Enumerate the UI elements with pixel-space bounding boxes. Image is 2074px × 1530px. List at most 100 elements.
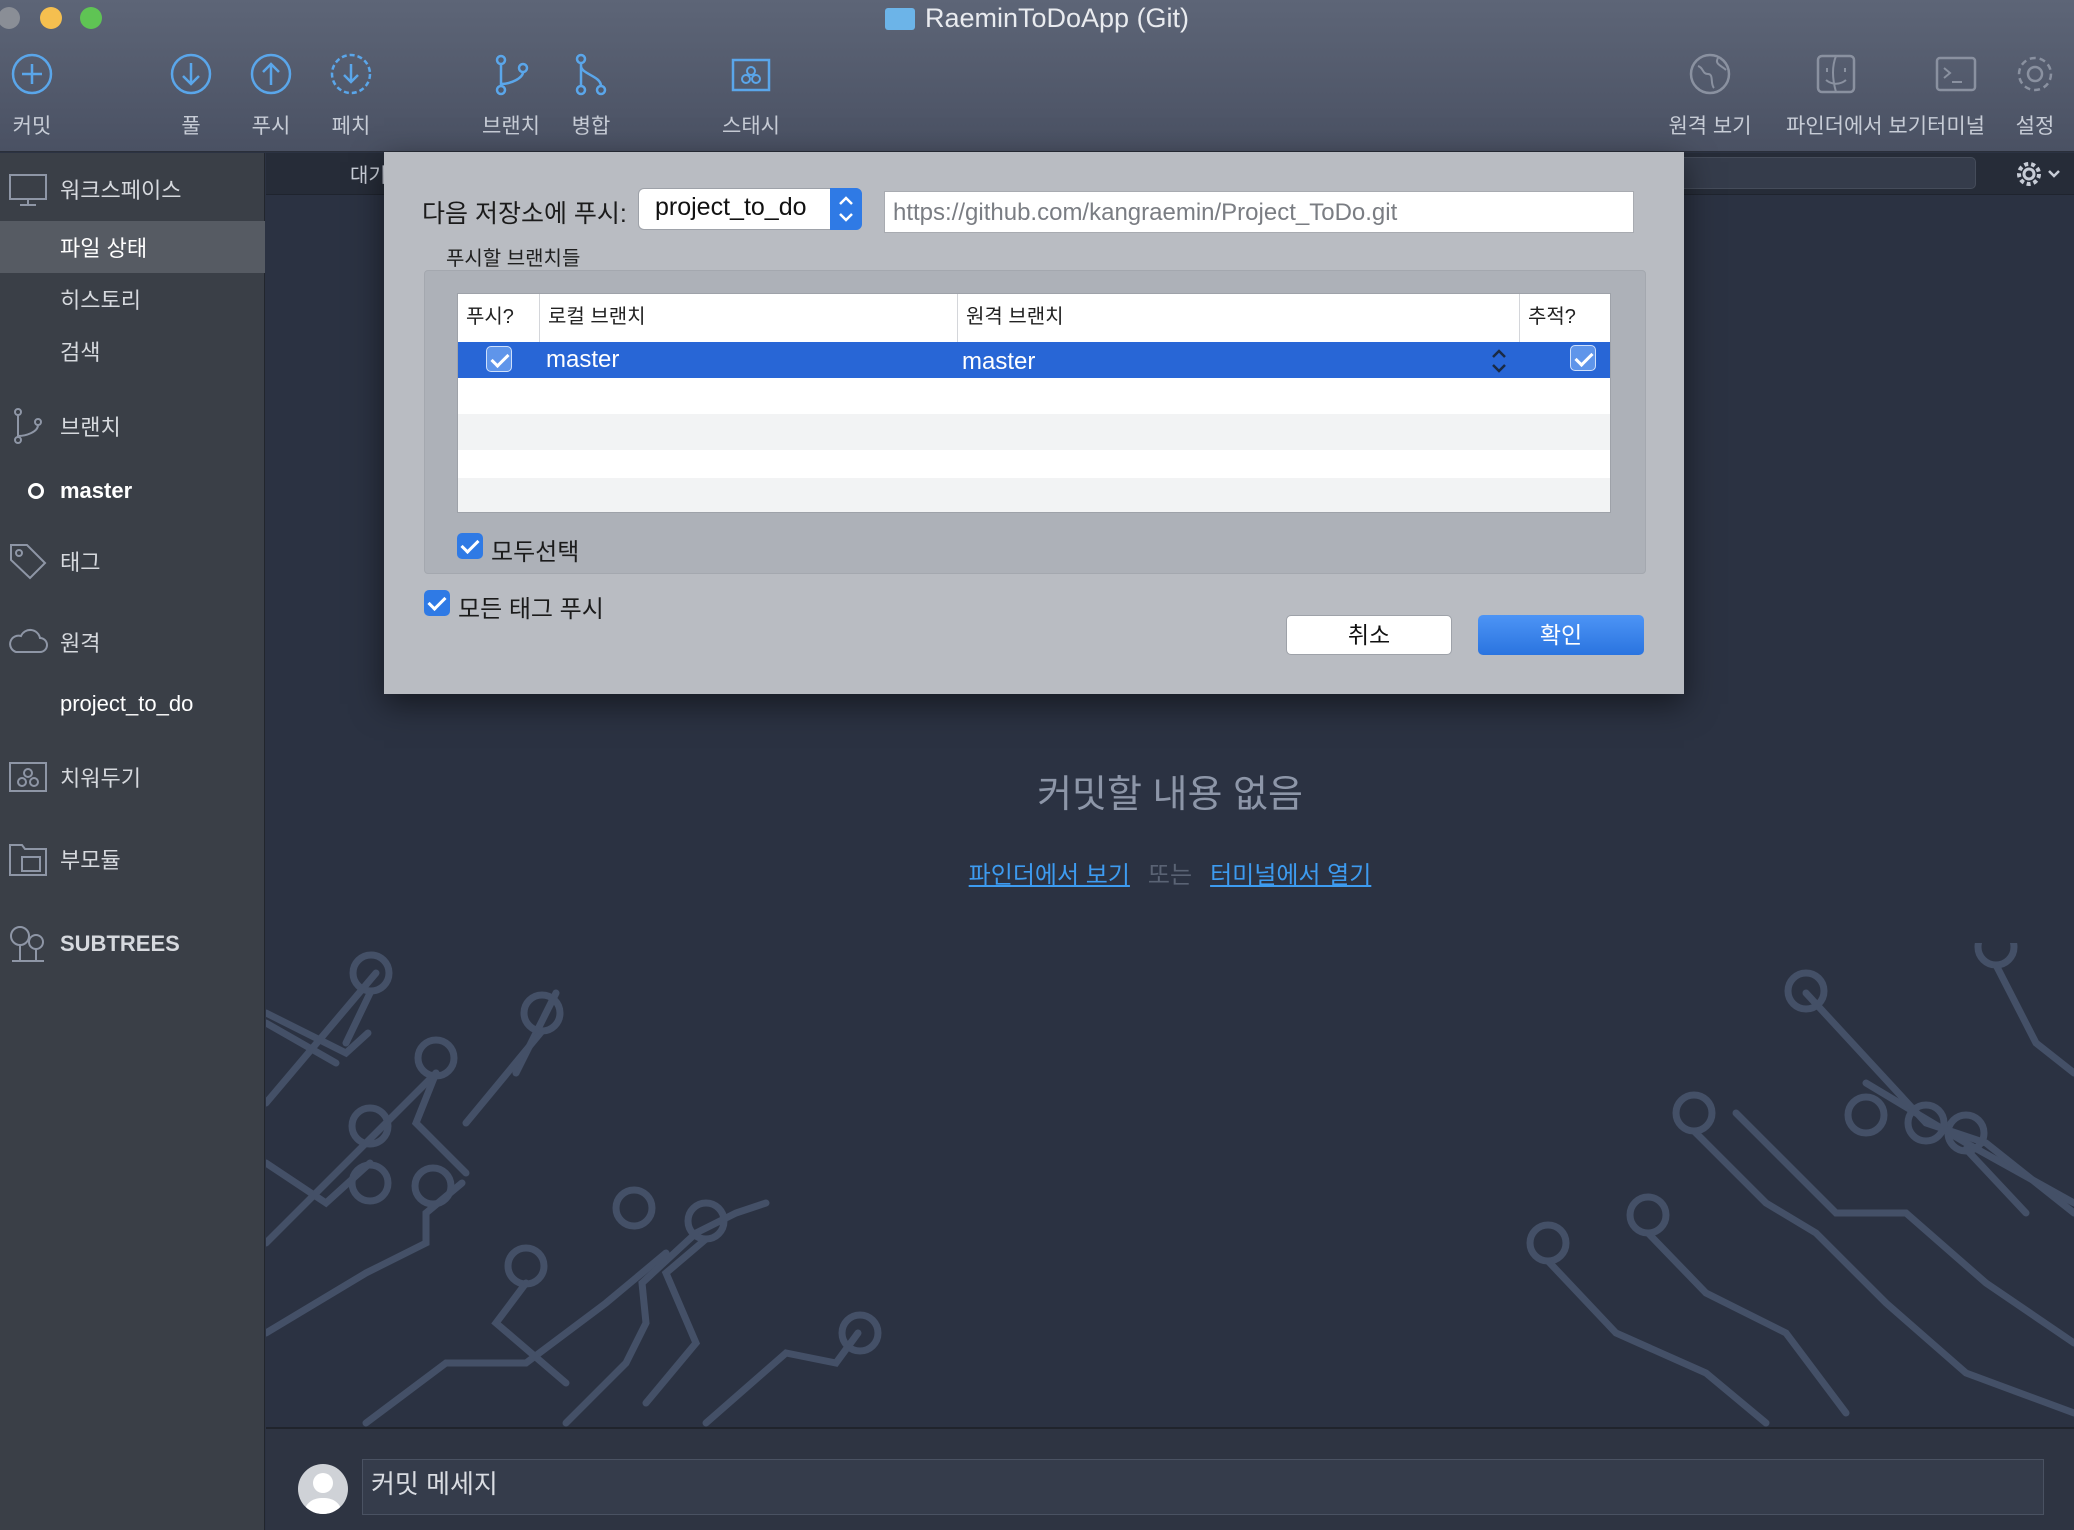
remote-view-button[interactable]: 원격 보기 <box>1660 52 1760 140</box>
monitor-icon <box>9 174 47 206</box>
sidebar-item-file-status[interactable]: 파일 상태 <box>0 221 265 273</box>
finder-view-label: 파인더에서 보기 <box>1786 115 1928 138</box>
window-title-text: RaeminToDoApp (Git) <box>924 3 1190 33</box>
avatar <box>298 1464 348 1514</box>
sidebar-item-remote-project[interactable]: project_to_do <box>0 678 265 730</box>
chevron-updown-icon <box>1492 349 1506 373</box>
merge-icon <box>575 53 607 96</box>
table-row-empty <box>458 414 1610 450</box>
sidebar-label-file-status: 파일 상태 <box>60 236 148 261</box>
open-in-finder-link[interactable]: 파인더에서 보기 <box>969 862 1130 889</box>
finder-icon <box>1816 54 1856 94</box>
submodule-icon <box>9 844 47 876</box>
cancel-button[interactable]: 취소 <box>1286 615 1452 655</box>
table-row-empty <box>458 378 1610 414</box>
column-push[interactable]: 푸시? <box>458 294 540 342</box>
tag-icon <box>10 544 47 580</box>
sidebar-label-master: master <box>60 478 133 503</box>
sidebar-item-search[interactable]: 검색 <box>0 325 265 377</box>
sidebar-label-branches: 브랜치 <box>60 415 121 440</box>
sidebar-section-branches[interactable]: 브랜치 <box>0 400 265 452</box>
window-title: RaeminToDoApp (Git) <box>0 0 2074 36</box>
or-text: 또는 <box>1147 862 1193 889</box>
checkbox-checked <box>457 533 483 559</box>
plus-circle-icon <box>11 53 53 95</box>
sidebar: 워크스페이스 파일 상태 히스토리 검색 브랜치 master 태그 원격 pr… <box>0 153 265 1530</box>
settings-button[interactable]: 설정 <box>1985 52 2074 140</box>
push-checkbox[interactable] <box>486 346 512 372</box>
commit-button[interactable]: 커밋 <box>0 52 82 140</box>
column-remote-branch[interactable]: 원격 브랜치 <box>958 294 1520 342</box>
fetch-button[interactable]: 페치 <box>301 52 401 140</box>
sidebar-label-stashes: 치워두기 <box>60 766 141 791</box>
stash-icon <box>9 762 47 792</box>
remote-branch-select[interactable]: master <box>962 344 1035 380</box>
arrow-up-circle-icon <box>250 53 292 95</box>
terminal-icon <box>1935 56 1977 92</box>
ok-button[interactable]: 확인 <box>1478 615 1644 655</box>
sidebar-section-stashes[interactable]: 치워두기 <box>0 751 265 803</box>
commit-message-input[interactable]: 커밋 메세지 <box>362 1459 2044 1515</box>
gear-menu-button[interactable] <box>2011 158 2071 190</box>
gear-icon <box>2017 162 2060 186</box>
local-branch-cell: master <box>546 346 620 373</box>
folder-icon <box>884 8 915 30</box>
chevron-updown-icon <box>830 188 862 230</box>
toolbar: RaeminToDoApp (Git) 커밋 풀 푸시 페치 브랜치 병합 스태… <box>0 0 2074 152</box>
track-checkbox[interactable] <box>1570 345 1596 371</box>
sidebar-label-tags: 태그 <box>60 550 101 575</box>
sidebar-label-workspace: 워크스페이스 <box>60 178 182 203</box>
sidebar-section-subtrees[interactable]: SUBTREES <box>0 918 265 970</box>
branch-icon <box>14 408 42 444</box>
open-in-terminal-link[interactable]: 터미널에서 열기 <box>1210 862 1371 889</box>
merge-label: 병합 <box>571 115 611 138</box>
sidebar-label-subtrees: SUBTREES <box>60 931 180 956</box>
user-icon <box>303 1473 343 1514</box>
sidebar-item-master[interactable]: master <box>0 465 265 517</box>
table-row[interactable]: master master <box>458 342 1610 380</box>
branches-group: 푸시? 로컬 브랜치 원격 브랜치 추적? master master 모두선택 <box>424 270 1646 574</box>
globe-icon <box>1689 53 1731 95</box>
empty-message: 커밋할 내용 없음 <box>1037 774 1303 816</box>
subtree-icon <box>10 926 44 962</box>
empty-links: 파인더에서 보기 또는 터미널에서 열기 <box>266 855 2074 890</box>
branch-icon <box>495 54 529 96</box>
stash-button[interactable]: 스태시 <box>701 52 801 140</box>
remote-select-value: project_to_do <box>655 193 807 221</box>
branches-to-push-label: 푸시할 브랜치들 <box>446 248 581 270</box>
gear-icon <box>2017 56 2053 92</box>
sidebar-item-history[interactable]: 히스토리 <box>0 273 265 325</box>
stash-icon <box>731 58 771 92</box>
sidebar-label-submodules: 부모듈 <box>60 848 121 873</box>
column-local-branch[interactable]: 로컬 브랜치 <box>540 294 958 342</box>
sidebar-label-remote-project: project_to_do <box>60 691 194 716</box>
push-to-label: 다음 저장소에 푸시: <box>422 200 627 228</box>
tab-pending[interactable]: 대기 <box>350 159 387 188</box>
arrow-down-circle-icon <box>170 53 212 95</box>
sidebar-label-remotes: 원격 <box>60 631 101 656</box>
commit-bar: 커밋 메세지 <box>266 1427 2074 1530</box>
remote-view-label: 원격 보기 <box>1668 115 1752 138</box>
sidebar-label-search: 검색 <box>60 340 101 365</box>
remote-url-field[interactable]: https://github.com/kangraemin/Project_To… <box>884 191 1634 233</box>
sidebar-section-submodules[interactable]: 부모듈 <box>0 833 265 885</box>
sidebar-section-tags[interactable]: 태그 <box>0 535 265 587</box>
fetch-icon <box>330 53 372 95</box>
commit-label: 커밋 <box>12 115 52 138</box>
finder-view-button[interactable]: 파인더에서 보기 <box>1786 52 1928 140</box>
fetch-label: 페치 <box>331 115 371 138</box>
sidebar-section-workspace[interactable]: 워크스페이스 <box>0 163 265 215</box>
current-branch-icon <box>28 483 44 499</box>
push-dialog: 다음 저장소에 푸시: project_to_do https://github… <box>384 152 1684 694</box>
table-row-empty <box>458 478 1610 512</box>
push-all-tags-label: 모든 태그 푸시 <box>458 596 604 623</box>
column-track[interactable]: 추적? <box>1520 294 1610 342</box>
cloud-icon <box>9 628 48 653</box>
select-all-label: 모두선택 <box>491 539 580 566</box>
merge-button[interactable]: 병합 <box>541 52 641 140</box>
sidebar-label-history: 히스토리 <box>60 288 141 313</box>
remote-select[interactable]: project_to_do <box>638 188 862 230</box>
sidebar-section-remotes[interactable]: 원격 <box>0 616 265 668</box>
settings-label: 설정 <box>2015 115 2055 138</box>
checkbox-checked <box>424 590 450 616</box>
